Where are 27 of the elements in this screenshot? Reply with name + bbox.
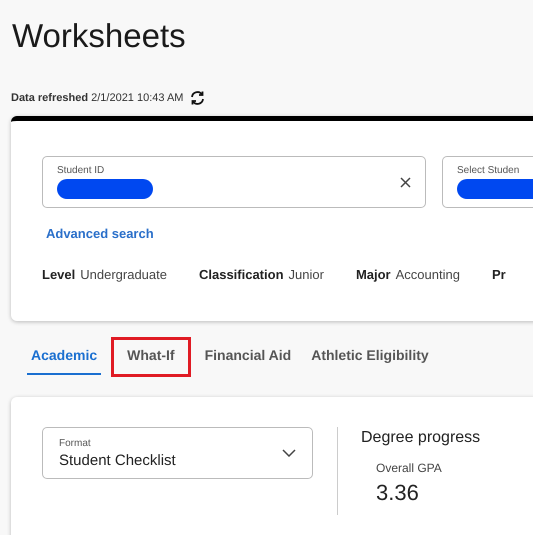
student-field[interactable]: Student ID: [42, 156, 426, 208]
info-value: Junior: [288, 267, 324, 282]
refresh-icon[interactable]: [189, 90, 206, 106]
tab[interactable]: Financial Aid: [200, 339, 296, 375]
gpa-value: 3.36: [376, 480, 420, 506]
field-label: Select Studen: [457, 165, 520, 176]
chevron-down-icon: [282, 449, 296, 457]
field-label: Format: [59, 438, 92, 448]
clear-icon[interactable]: [400, 176, 411, 188]
info-label: Level: [42, 267, 76, 282]
info-value: Undergraduate: [80, 267, 167, 282]
advanced-search-link[interactable]: Advanced search: [46, 226, 154, 241]
info-value: Accounting: [396, 267, 460, 282]
field-value: Student Checklist: [59, 452, 176, 468]
tab[interactable]: What-If: [113, 339, 189, 375]
info-label: Major: [356, 267, 391, 282]
section-title: Degree progress: [361, 429, 480, 447]
tab[interactable]: Academic: [27, 339, 102, 375]
gpa-label: Overall GPA: [376, 461, 443, 475]
refresh-status: Data refreshed 2/1/2021 10:43 AM: [11, 92, 184, 104]
info-label: Classification: [198, 267, 284, 282]
tab[interactable]: Athletic Eligibility: [307, 339, 433, 375]
format-dropdown[interactable]: Format Student Checklist: [42, 427, 313, 479]
field-label: Student ID: [57, 165, 106, 176]
info-label: Pr: [492, 267, 506, 282]
page-title: Worksheets: [12, 16, 187, 56]
student-field[interactable]: Select Studen: [442, 156, 533, 208]
